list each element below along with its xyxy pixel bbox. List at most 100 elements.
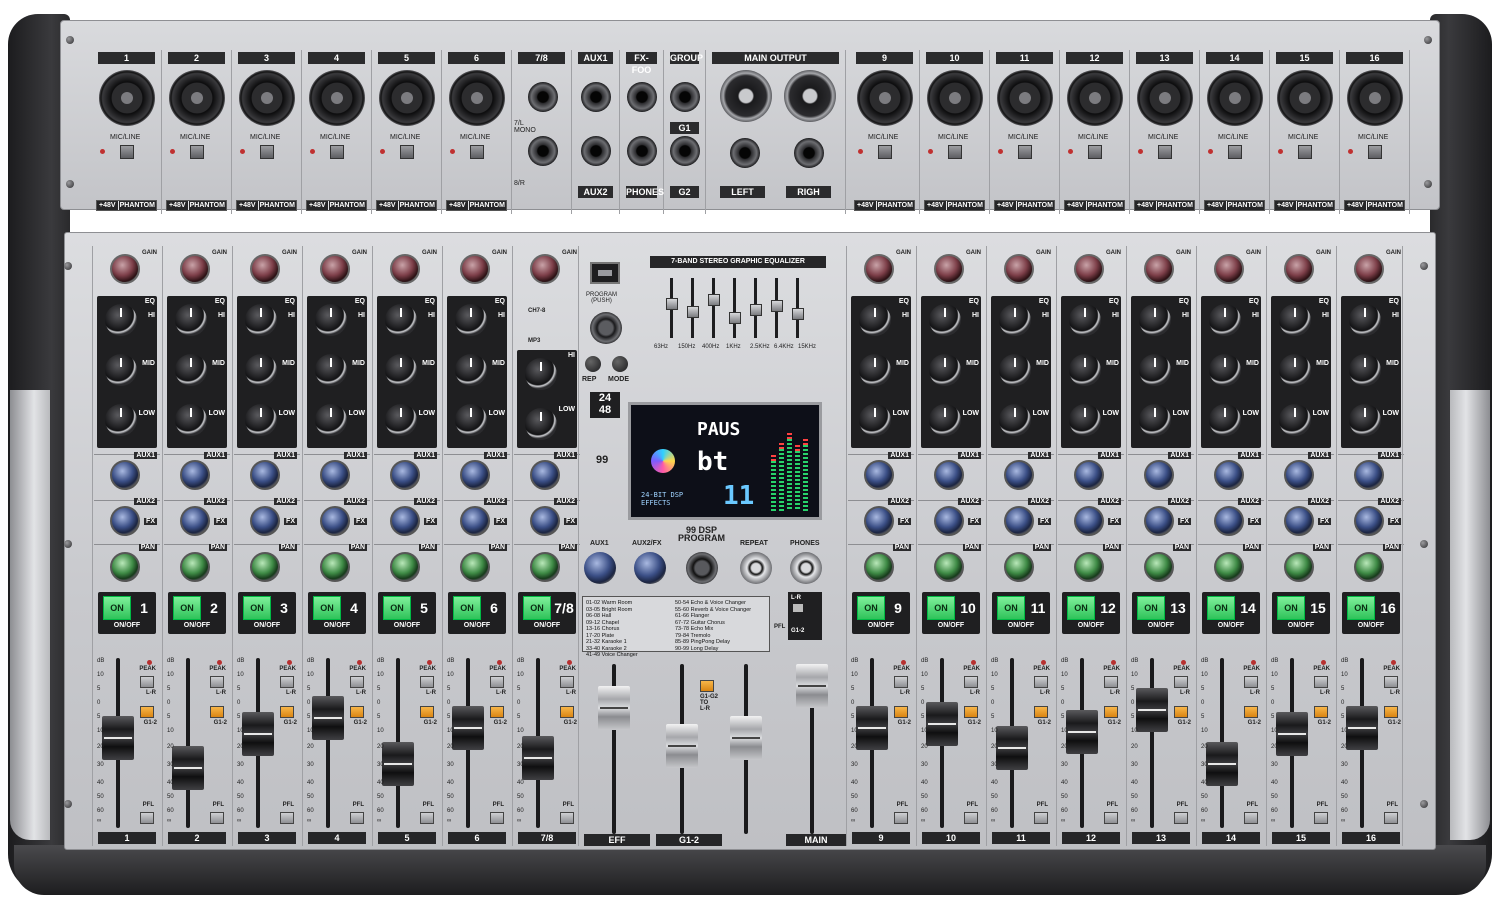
g12-button-13[interactable] — [1174, 706, 1188, 718]
eq-mid-knob-9[interactable] — [859, 354, 891, 386]
gain-knob-1[interactable] — [110, 254, 140, 284]
lr-button-7/8[interactable] — [560, 676, 574, 688]
eq-hi-knob-15[interactable] — [1279, 304, 1311, 336]
combo-jack-5[interactable] — [379, 70, 435, 126]
pfl-button-4[interactable] — [350, 812, 364, 824]
eq-hi-knob-1[interactable] — [105, 304, 137, 336]
g12-button-15[interactable] — [1314, 706, 1328, 718]
gain-knob-12[interactable] — [1074, 254, 1104, 284]
eq-low-knob-9[interactable] — [859, 404, 891, 436]
eff-fader[interactable] — [598, 686, 630, 730]
eq-low-knob-6[interactable] — [455, 404, 487, 436]
pfl-button-15[interactable] — [1314, 812, 1328, 824]
aux2fx-master-knob[interactable] — [634, 552, 666, 584]
pan-knob-2[interactable] — [180, 552, 210, 582]
combo-jack-1[interactable] — [99, 70, 155, 126]
lr-button-13[interactable] — [1174, 676, 1188, 688]
eq-low-knob-3[interactable] — [245, 404, 277, 436]
aux1-knob-6[interactable] — [460, 460, 490, 490]
g12-button-11[interactable] — [1034, 706, 1048, 718]
eq-low-knob-12[interactable] — [1069, 404, 1101, 436]
combo-jack-14[interactable] — [1207, 70, 1263, 126]
combo-jack-2[interactable] — [169, 70, 225, 126]
lr-button-10[interactable] — [964, 676, 978, 688]
main-fader[interactable] — [796, 664, 828, 708]
phantom-button-6[interactable]: +48V PHANTOM — [446, 200, 507, 211]
channel-fader-15[interactable] — [1276, 712, 1308, 756]
monitor-switch[interactable]: L-R G1-2 — [788, 592, 822, 640]
geq-slider-2.5KHz[interactable] — [750, 304, 762, 316]
phantom-button-16[interactable]: +48V PHANTOM — [1344, 200, 1405, 211]
dsp-program-knob[interactable] — [686, 552, 718, 584]
aux1-knob-2[interactable] — [180, 460, 210, 490]
aux1-knob-7/8[interactable] — [530, 460, 560, 490]
eq-hi-knob-14[interactable] — [1209, 304, 1241, 336]
gain-knob-6[interactable] — [460, 254, 490, 284]
mic-line-switch-9[interactable] — [878, 145, 892, 159]
main-right-xlr[interactable] — [784, 70, 836, 122]
on-button-6[interactable]: ON — [453, 596, 481, 620]
gain-knob-2[interactable] — [180, 254, 210, 284]
on-button-10[interactable]: ON — [927, 596, 955, 620]
aux2-knob-14[interactable] — [1214, 506, 1244, 536]
g12-button-9[interactable] — [894, 706, 908, 718]
eq-low-knob-11[interactable] — [999, 404, 1031, 436]
aux2-knob-5[interactable] — [390, 506, 420, 536]
main-left-xlr[interactable] — [720, 70, 772, 122]
lr-button-1[interactable] — [140, 676, 154, 688]
g12-button-10[interactable] — [964, 706, 978, 718]
eq-hi-knob-16[interactable] — [1349, 304, 1381, 336]
on-button-1[interactable]: ON — [103, 596, 131, 620]
channel-fader-14[interactable] — [1206, 742, 1238, 786]
pan-knob-15[interactable] — [1284, 552, 1314, 582]
gain-knob-14[interactable] — [1214, 254, 1244, 284]
channel-fader-1[interactable] — [102, 716, 134, 760]
aux2-knob-13[interactable] — [1144, 506, 1174, 536]
mic-line-switch-15[interactable] — [1298, 145, 1312, 159]
on-button-4[interactable]: ON — [313, 596, 341, 620]
phantom-button-13[interactable]: +48V PHANTOM — [1134, 200, 1195, 211]
eq-mid-knob-12[interactable] — [1069, 354, 1101, 386]
main-left-jack[interactable] — [730, 138, 760, 168]
geq-slider-400Hz[interactable] — [708, 294, 720, 306]
phantom-button-2[interactable]: +48V PHANTOM — [166, 200, 227, 211]
pan-knob-14[interactable] — [1214, 552, 1244, 582]
g12-to-lr-button[interactable] — [700, 680, 714, 692]
on-button-14[interactable]: ON — [1207, 596, 1235, 620]
pan-knob-7/8[interactable] — [530, 552, 560, 582]
mic-line-switch-14[interactable] — [1228, 145, 1242, 159]
aux1-knob-13[interactable] — [1144, 460, 1174, 490]
phantom-button-14[interactable]: +48V PHANTOM — [1204, 200, 1265, 211]
combo-jack-6[interactable] — [449, 70, 505, 126]
eq-hi-knob-12[interactable] — [1069, 304, 1101, 336]
group1-jack[interactable] — [670, 82, 700, 112]
mic-line-switch-13[interactable] — [1158, 145, 1172, 159]
aux1-knob-4[interactable] — [320, 460, 350, 490]
aux2-knob-3[interactable] — [250, 506, 280, 536]
eq-mid-knob-2[interactable] — [175, 354, 207, 386]
phantom-button-12[interactable]: +48V PHANTOM — [1064, 200, 1125, 211]
rep-button[interactable] — [585, 356, 601, 372]
eq-hi-knob-9[interactable] — [859, 304, 891, 336]
channel-fader-4[interactable] — [312, 696, 344, 740]
lr-button-9[interactable] — [894, 676, 908, 688]
eq-hi-knob-3[interactable] — [245, 304, 277, 336]
pfl-button-16[interactable] — [1384, 812, 1398, 824]
pfl-button-9[interactable] — [894, 812, 908, 824]
pan-knob-5[interactable] — [390, 552, 420, 582]
eq-mid-knob-4[interactable] — [315, 354, 347, 386]
lr-button-5[interactable] — [420, 676, 434, 688]
aux1-knob-16[interactable] — [1354, 460, 1384, 490]
monitor-switch-toggle[interactable] — [793, 604, 803, 612]
aux1-knob-11[interactable] — [1004, 460, 1034, 490]
mic-line-switch-16[interactable] — [1368, 145, 1382, 159]
geq-slider-150Hz[interactable] — [687, 306, 699, 318]
g12-button-4[interactable] — [350, 706, 364, 718]
gain-knob-13[interactable] — [1144, 254, 1174, 284]
eq-mid-knob-1[interactable] — [105, 354, 137, 386]
phantom-button-9[interactable]: +48V PHANTOM — [854, 200, 915, 211]
combo-jack-9[interactable] — [857, 70, 913, 126]
on-button-7/8[interactable]: ON — [523, 596, 551, 620]
aux2-knob-6[interactable] — [460, 506, 490, 536]
on-button-3[interactable]: ON — [243, 596, 271, 620]
